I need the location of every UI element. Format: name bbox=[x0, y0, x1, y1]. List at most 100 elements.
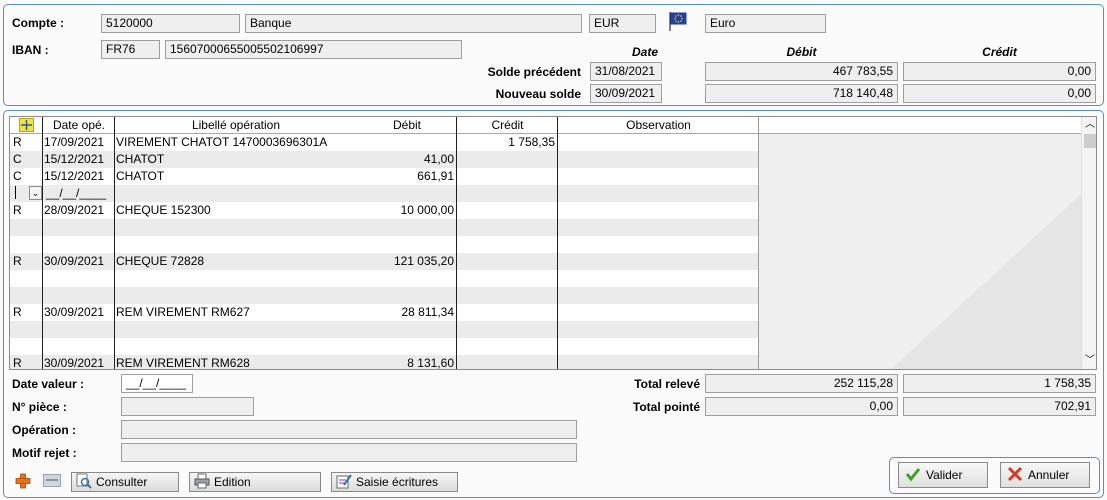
row-libelle[interactable] bbox=[116, 321, 354, 338]
row-credit[interactable]: 1 758,35 bbox=[458, 134, 555, 151]
row-date[interactable]: 17/09/2021 bbox=[44, 134, 114, 151]
currency-code-field[interactable]: EUR bbox=[589, 14, 656, 33]
row-date[interactable]: 30/09/2021 bbox=[44, 253, 114, 270]
row-debit[interactable]: 41,00 bbox=[358, 151, 454, 168]
row-flag[interactable]: R bbox=[13, 134, 41, 151]
nouveau-solde-debit[interactable]: 718 140,48 bbox=[705, 84, 898, 103]
row-libelle[interactable]: VIREMENT CHATOT 1470003696301A bbox=[116, 134, 354, 151]
total-pointe-debit[interactable]: 0,00 bbox=[705, 397, 898, 416]
col-header-date[interactable]: Date opé. bbox=[43, 117, 115, 134]
row-debit[interactable] bbox=[358, 287, 454, 304]
consulter-button[interactable]: Consulter bbox=[71, 472, 179, 492]
row-debit[interactable] bbox=[358, 134, 454, 151]
row-date[interactable]: 30/09/2021 bbox=[44, 304, 114, 321]
row-date[interactable]: 15/12/2021 bbox=[44, 151, 114, 168]
row-debit[interactable]: 10 000,00 bbox=[358, 202, 454, 219]
row-debit[interactable]: 8 131,60 bbox=[358, 355, 454, 369]
row-libelle[interactable]: REM VIREMENT RM628 bbox=[116, 355, 354, 369]
row-debit[interactable] bbox=[358, 270, 454, 287]
total-releve-debit[interactable]: 252 115,28 bbox=[705, 374, 898, 393]
date-valeur-input[interactable]: __/__/____ bbox=[121, 374, 193, 393]
row-credit[interactable] bbox=[458, 219, 555, 236]
solde-precedent-debit[interactable]: 467 783,55 bbox=[705, 62, 898, 81]
row-credit[interactable] bbox=[458, 168, 555, 185]
row-flag[interactable]: R bbox=[13, 202, 41, 219]
row-credit[interactable] bbox=[458, 355, 555, 369]
row-libelle[interactable] bbox=[116, 219, 354, 236]
col-header-libelle[interactable]: Libellé opération bbox=[115, 117, 357, 134]
row-libelle[interactable] bbox=[116, 338, 354, 355]
row-credit[interactable] bbox=[458, 185, 555, 202]
row-libelle[interactable] bbox=[116, 287, 354, 304]
currency-name-field[interactable]: Euro bbox=[705, 14, 826, 33]
row-flag[interactable]: R bbox=[13, 304, 41, 321]
operation-input[interactable] bbox=[121, 420, 577, 439]
piece-input[interactable] bbox=[121, 397, 254, 416]
row-flag[interactable]: R bbox=[13, 253, 41, 270]
col-header-debit[interactable]: Débit bbox=[357, 117, 457, 134]
nouveau-solde-date[interactable]: 30/09/2021 bbox=[590, 84, 662, 103]
col-header-credit[interactable]: Crédit bbox=[457, 117, 558, 134]
row-credit[interactable] bbox=[458, 270, 555, 287]
row-debit[interactable] bbox=[358, 236, 454, 253]
row-libelle[interactable]: CHEQUE 72828 bbox=[116, 253, 354, 270]
solde-precedent-date[interactable]: 31/08/2021 bbox=[590, 62, 662, 81]
row-libelle[interactable] bbox=[116, 270, 354, 287]
scroll-down-arrow[interactable]: ﹀ bbox=[1082, 355, 1096, 367]
row-flag[interactable]: R bbox=[13, 355, 41, 369]
col-header-observation[interactable]: Observation bbox=[558, 117, 759, 134]
operations-grid[interactable]: Date opé. Libellé opération Débit Crédit… bbox=[9, 116, 1097, 370]
row-flag[interactable]: C bbox=[13, 151, 41, 168]
row-debit[interactable] bbox=[358, 321, 454, 338]
compte-name-field[interactable]: Banque bbox=[245, 14, 582, 33]
motif-rejet-input[interactable] bbox=[121, 443, 577, 462]
row-debit[interactable] bbox=[358, 219, 454, 236]
scrollbar-thumb[interactable] bbox=[1084, 134, 1096, 148]
card-icon[interactable] bbox=[43, 474, 61, 487]
row-libelle[interactable] bbox=[116, 185, 354, 202]
row-libelle[interactable]: CHEQUE 152300 bbox=[116, 202, 354, 219]
row-libelle[interactable] bbox=[116, 236, 354, 253]
row-credit[interactable] bbox=[458, 253, 555, 270]
scroll-up-arrow[interactable]: ︿ bbox=[1082, 119, 1096, 131]
row-credit[interactable] bbox=[458, 202, 555, 219]
row-date[interactable]: 30/09/2021 bbox=[44, 355, 114, 369]
row-date[interactable] bbox=[44, 270, 114, 287]
row-date[interactable] bbox=[44, 338, 114, 355]
total-releve-credit[interactable]: 1 758,35 bbox=[903, 374, 1096, 393]
saisie-ecritures-button[interactable]: Saisie écritures bbox=[331, 472, 458, 492]
nouveau-solde-credit[interactable]: 0,00 bbox=[903, 84, 1096, 103]
row-date[interactable] bbox=[44, 236, 114, 253]
plus-icon[interactable] bbox=[15, 473, 31, 489]
row-flag[interactable]: C bbox=[13, 168, 41, 185]
iban-country-field[interactable]: FR76 bbox=[101, 40, 160, 59]
row-flag[interactable] bbox=[13, 236, 41, 253]
row-debit[interactable]: 121 035,20 bbox=[358, 253, 454, 270]
row-credit[interactable] bbox=[458, 287, 555, 304]
vertical-scrollbar[interactable]: ︿ ﹀ bbox=[1081, 117, 1096, 369]
row-date[interactable] bbox=[44, 287, 114, 304]
row-debit[interactable]: 28 811,34 bbox=[358, 304, 455, 321]
row-debit[interactable] bbox=[358, 338, 454, 355]
row-credit[interactable] bbox=[458, 304, 555, 321]
iban-number-field[interactable]: 15607000655005502106997 bbox=[165, 40, 462, 59]
row-date[interactable] bbox=[44, 321, 114, 338]
solde-precedent-credit[interactable]: 0,00 bbox=[903, 62, 1096, 81]
row-libelle[interactable]: CHATOT bbox=[116, 151, 354, 168]
row-date[interactable] bbox=[44, 219, 114, 236]
row-date[interactable]: __/__/____ bbox=[46, 185, 116, 202]
annuler-button[interactable]: Annuler bbox=[1000, 462, 1090, 488]
row-flag[interactable] bbox=[13, 338, 41, 355]
row-credit[interactable] bbox=[458, 338, 555, 355]
add-row-icon[interactable] bbox=[19, 118, 34, 132]
row-flag[interactable] bbox=[13, 270, 41, 287]
row-date[interactable]: 28/09/2021 bbox=[44, 202, 114, 219]
valider-button[interactable]: Valider bbox=[898, 462, 988, 488]
total-pointe-credit[interactable]: 702,91 bbox=[903, 397, 1096, 416]
row-libelle[interactable]: CHATOT bbox=[116, 168, 354, 185]
row-credit[interactable] bbox=[458, 321, 555, 338]
row-credit[interactable] bbox=[458, 236, 555, 253]
compte-number-field[interactable]: 5120000 bbox=[101, 14, 240, 33]
row-date[interactable]: 15/12/2021 bbox=[44, 168, 114, 185]
row-debit[interactable] bbox=[358, 185, 454, 202]
